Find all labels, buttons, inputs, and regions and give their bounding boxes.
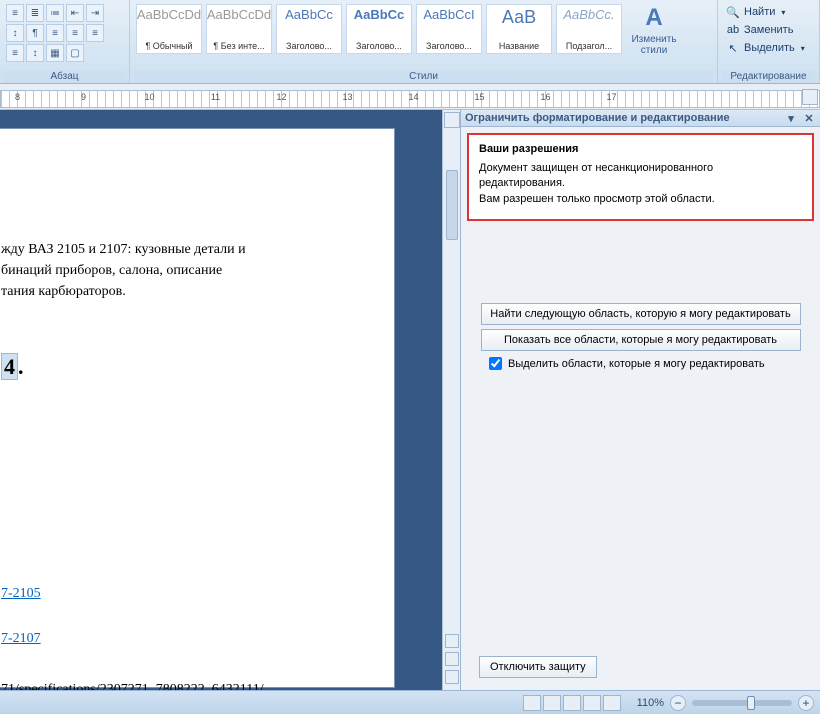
align-center-icon[interactable]: ≡ xyxy=(66,24,84,42)
browse-object-icon[interactable] xyxy=(445,652,459,666)
numbering-icon[interactable]: ≣ xyxy=(26,4,44,22)
doc-line: бинаций приборов, салона, описание xyxy=(1,260,374,281)
highlight-checkbox-input[interactable] xyxy=(489,357,502,370)
horizontal-ruler[interactable]: 891011121314151617 xyxy=(0,90,820,108)
task-pane-footer: Отключить защиту xyxy=(461,656,820,690)
ribbon: ≡ ≣ ≔ ⇤ ⇥ ↕ ¶ ≡ ≡ ≡ ≡ ↕ ▦ ▢ Абзац AaBbCc… xyxy=(0,0,820,84)
paragraph-group: ≡ ≣ ≔ ⇤ ⇥ ↕ ¶ ≡ ≡ ≡ ≡ ↕ ▦ ▢ Абзац xyxy=(0,0,130,83)
increase-indent-icon[interactable]: ⇥ xyxy=(86,4,104,22)
zoom-slider-thumb[interactable] xyxy=(747,696,755,710)
ruler-numbers: 891011121314151617 xyxy=(1,92,661,102)
decrease-indent-icon[interactable]: ⇤ xyxy=(66,4,84,22)
doc-url-text: 71/specifications/2307271_7808222_643211… xyxy=(1,679,374,690)
zoom-in-button[interactable]: + xyxy=(798,695,814,711)
sort-icon[interactable]: ↕ xyxy=(6,24,24,42)
style-nospacing[interactable]: AaBbCcDd ¶ Без инте... xyxy=(206,4,272,54)
find-button[interactable]: 🔍 Найти▾ xyxy=(724,4,813,20)
vertical-scrollbar[interactable] xyxy=(442,110,460,690)
select-button[interactable]: ↖ Выделить▾ xyxy=(724,40,813,56)
justify-icon[interactable]: ≡ xyxy=(6,44,24,62)
cursor-icon: ↖ xyxy=(726,41,740,55)
change-styles-button[interactable]: A Изменить стили xyxy=(626,4,682,56)
style-heading3[interactable]: AaBbCcI Заголово... xyxy=(416,4,482,54)
web-layout-view-icon[interactable] xyxy=(563,695,581,711)
doc-link[interactable]: 7-2105 xyxy=(1,583,374,604)
shading-icon[interactable]: ▦ xyxy=(46,44,64,62)
zoom-out-button[interactable]: − xyxy=(670,695,686,711)
hand-tool-icon[interactable] xyxy=(444,112,460,128)
replace-button[interactable]: ab Заменить xyxy=(724,22,813,38)
task-pane-header: Ограничить форматирование и редактирован… xyxy=(461,110,820,127)
doc-link[interactable]: 7-2107 xyxy=(1,628,374,649)
style-normal[interactable]: AaBbCcDd ¶ Обычный xyxy=(136,4,202,54)
paragraph-buttons: ≡ ≣ ≔ ⇤ ⇥ ↕ ¶ ≡ ≡ ≡ ≡ ↕ ▦ ▢ xyxy=(4,2,125,64)
change-styles-label: Изменить стили xyxy=(626,34,682,56)
permissions-text: Вам разрешен только просмотр этой област… xyxy=(479,192,802,207)
task-pane-dropdown-icon[interactable]: ▾ xyxy=(784,112,798,124)
find-next-region-button[interactable]: Найти следующую область, которую я могу … xyxy=(481,303,801,325)
highlight-regions-checkbox[interactable]: Выделить области, которые я могу редакти… xyxy=(489,357,810,370)
selected-digit: 4 xyxy=(1,353,18,380)
scroll-up-icon[interactable] xyxy=(445,634,459,648)
permissions-title: Ваши разрешения xyxy=(479,143,802,155)
work-area: жду ВАЗ 2105 и 2107: кузовные детали и б… xyxy=(0,110,820,690)
change-styles-icon: A xyxy=(645,4,662,32)
document-panel: жду ВАЗ 2105 и 2107: кузовные детали и б… xyxy=(0,110,442,690)
task-pane-body: Найти следующую область, которую я могу … xyxy=(461,229,820,380)
borders-icon[interactable]: ▢ xyxy=(66,44,84,62)
task-pane-title: Ограничить форматирование и редактирован… xyxy=(465,112,730,124)
paragraph-group-label: Абзац xyxy=(4,70,125,83)
outline-view-icon[interactable] xyxy=(583,695,601,711)
doc-number: 4. xyxy=(1,350,374,383)
multilevel-icon[interactable]: ≔ xyxy=(46,4,64,22)
scroll-down-icon[interactable] xyxy=(445,670,459,684)
view-buttons xyxy=(523,695,621,711)
style-heading2[interactable]: AaBbCc Заголово... xyxy=(346,4,412,54)
editing-group-label: Редактирование xyxy=(722,70,815,83)
zoom-percentage[interactable]: 110% xyxy=(637,697,664,709)
replace-icon: ab xyxy=(726,23,740,37)
highlight-checkbox-label: Выделить области, которые я могу редакти… xyxy=(508,358,765,370)
draft-view-icon[interactable] xyxy=(603,695,621,711)
style-subtitle[interactable]: AaBbCc. Подзагол... xyxy=(556,4,622,54)
style-heading1[interactable]: AaBbCc Заголово... xyxy=(276,4,342,54)
doc-line: тания карбюраторов. xyxy=(1,281,374,302)
permissions-box: Ваши разрешения Документ защищен от неса… xyxy=(467,133,814,221)
style-title[interactable]: АаВ Название xyxy=(486,4,552,54)
stop-protection-button[interactable]: Отключить защиту xyxy=(479,656,597,678)
scrollbar-thumb[interactable] xyxy=(446,170,458,240)
task-pane-close-icon[interactable]: ✕ xyxy=(802,112,816,124)
editing-group: 🔍 Найти▾ ab Заменить ↖ Выделить▾ Редакти… xyxy=(718,0,820,83)
document-page[interactable]: жду ВАЗ 2105 и 2107: кузовные детали и б… xyxy=(0,128,395,688)
styles-group-label: Стили xyxy=(134,70,713,83)
align-left-icon[interactable]: ≡ xyxy=(46,24,64,42)
align-right-icon[interactable]: ≡ xyxy=(86,24,104,42)
restrict-editing-pane: Ограничить форматирование и редактирован… xyxy=(460,110,820,690)
print-layout-view-icon[interactable] xyxy=(523,695,541,711)
binoculars-icon: 🔍 xyxy=(726,5,740,19)
fullscreen-reading-view-icon[interactable] xyxy=(543,695,561,711)
doc-line: жду ВАЗ 2105 и 2107: кузовные детали и xyxy=(1,239,374,260)
styles-gallery[interactable]: AaBbCcDd ¶ Обычный AaBbCcDd ¶ Без инте..… xyxy=(134,2,713,58)
ruler-toggle-button[interactable] xyxy=(802,89,818,105)
bullets-icon[interactable]: ≡ xyxy=(6,4,24,22)
zoom-slider[interactable] xyxy=(692,700,792,706)
line-spacing-icon[interactable]: ↕ xyxy=(26,44,44,62)
status-bar: 110% − + xyxy=(0,690,820,714)
ruler-area: 891011121314151617 xyxy=(0,84,820,110)
styles-group: AaBbCcDd ¶ Обычный AaBbCcDd ¶ Без инте..… xyxy=(130,0,718,83)
pilcrow-icon[interactable]: ¶ xyxy=(26,24,44,42)
show-all-regions-button[interactable]: Показать все области, которые я могу ред… xyxy=(481,329,801,351)
permissions-text: Документ защищен от несанкционированного… xyxy=(479,161,802,192)
